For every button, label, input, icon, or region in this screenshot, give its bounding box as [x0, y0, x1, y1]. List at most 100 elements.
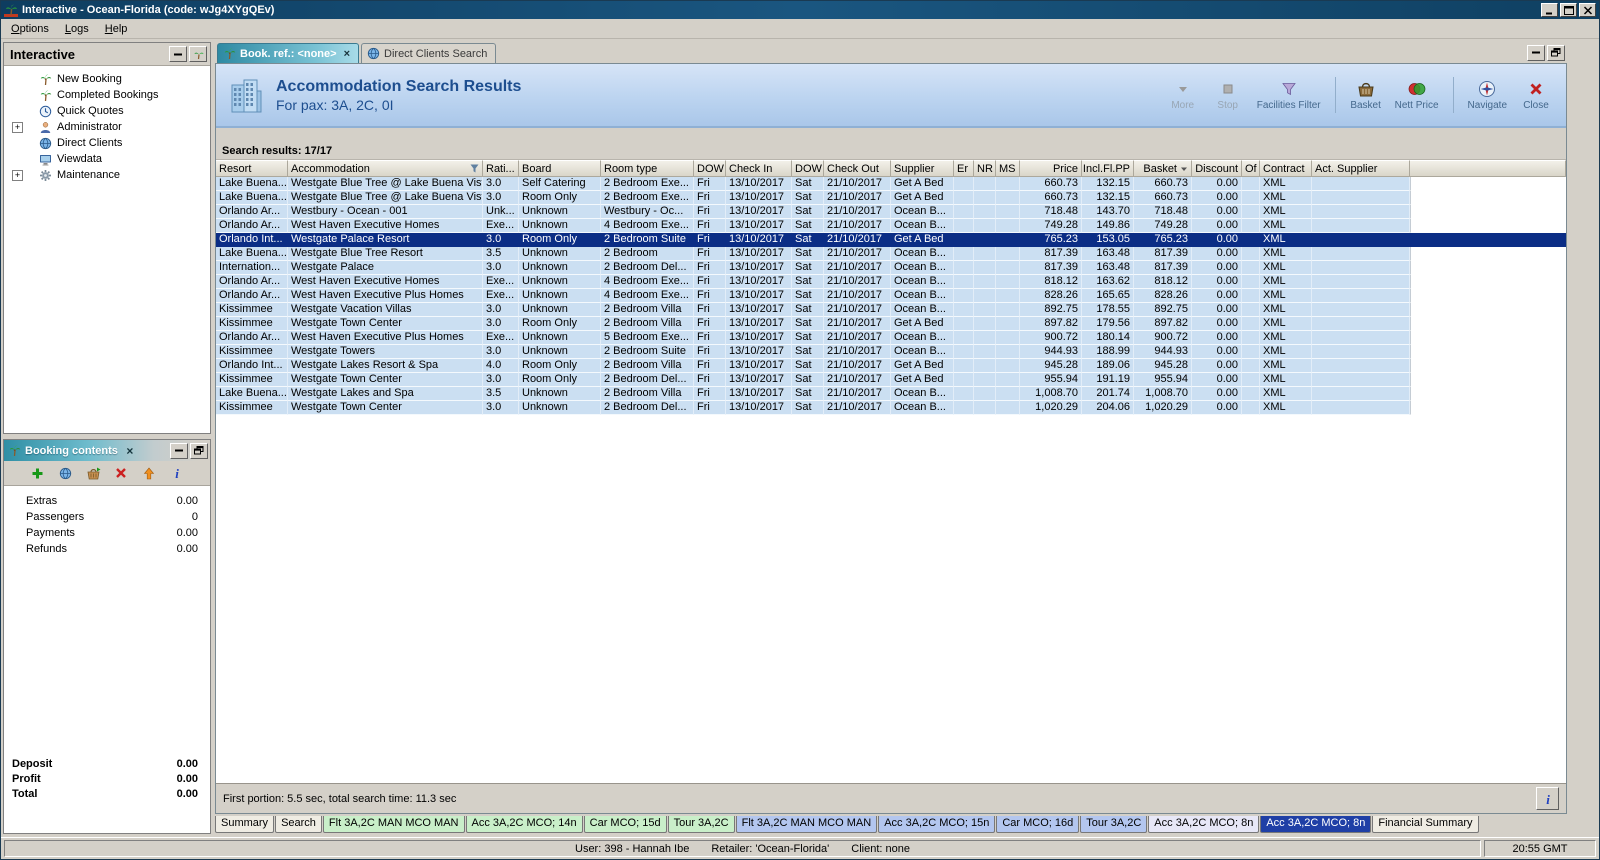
booking-close-icon[interactable]: ×	[123, 444, 137, 458]
booking-minimize-button[interactable]	[170, 442, 188, 459]
table-row[interactable]: Orlando Ar... West Haven Executive Plus H…	[216, 331, 1566, 345]
nett-price-button[interactable]: Nett Price	[1391, 77, 1443, 113]
sidebar-item-new-booking[interactable]: New Booking	[4, 71, 210, 87]
info-button[interactable]: i	[167, 463, 187, 483]
bottom-tab-financial-summary[interactable]: Financial Summary	[1372, 816, 1479, 833]
table-row[interactable]: Lake Buena... Westgate Blue Tree Resort 3.…	[216, 247, 1566, 261]
sidebar-item-completed-bookings[interactable]: Completed Bookings	[4, 87, 210, 103]
bottom-tab-car-mco-15d[interactable]: Car MCO; 15d	[583, 816, 667, 833]
bottom-tab-tour-3a-2c[interactable]: Tour 3A,2C	[667, 816, 735, 833]
title-bar[interactable]: Interactive - Ocean-Florida (code: wJg4X…	[1, 1, 1599, 19]
column-header-accommodation[interactable]: Accommodation	[288, 160, 483, 177]
bottom-tab-tour-3a-2c[interactable]: Tour 3A,2C	[1080, 816, 1148, 833]
facilities-filter-button[interactable]: Facilities Filter	[1253, 77, 1325, 113]
table-row[interactable]: Kissimmee Westgate Town Center 3.0 Room Onl…	[216, 373, 1566, 387]
window-close-button[interactable]	[1579, 3, 1596, 17]
bottom-tab-car-mco-16d[interactable]: Car MCO; 16d	[996, 816, 1080, 833]
column-header-nr[interactable]: NR	[974, 160, 996, 177]
upload-button[interactable]	[139, 463, 159, 483]
table-row[interactable]: Kissimmee Westgate Town Center 3.0 Room Onl…	[216, 317, 1566, 331]
window-maximize-button[interactable]	[1560, 3, 1577, 17]
column-header-price[interactable]: Price	[1020, 160, 1082, 177]
bottom-tab-acc-3a-2c-mco-8n[interactable]: Acc 3A,2C MCO; 8n	[1148, 816, 1260, 833]
column-header-check-in[interactable]: Check In	[726, 160, 792, 177]
column-header-basket[interactable]: Basket	[1134, 160, 1192, 177]
column-header-board[interactable]: Board	[519, 160, 601, 177]
delete-button[interactable]	[111, 463, 131, 483]
menu-item-options[interactable]: Options	[3, 20, 57, 38]
column-header-rati[interactable]: Rati...	[483, 160, 519, 177]
sidebar-item-direct-clients[interactable]: Direct Clients	[4, 135, 210, 151]
sidebar-item-administrator[interactable]: + Administrator	[4, 119, 210, 135]
expand-icon[interactable]: +	[12, 169, 23, 181]
bottom-tab-search[interactable]: Search	[275, 816, 322, 833]
table-row[interactable]: Orlando Int... Westgate Palace Resort 3.0 R…	[216, 233, 1566, 247]
booking-row-refunds: Refunds 0.00	[4, 541, 210, 557]
sidebar-item-quick-quotes[interactable]: Quick Quotes	[4, 103, 210, 119]
close-button[interactable]: Close	[1516, 77, 1556, 113]
cell-supplier: Ocean B...	[891, 275, 954, 289]
cell-board: Unknown	[519, 303, 601, 317]
column-header-supplier[interactable]: Supplier	[891, 160, 954, 177]
table-row[interactable]: Kissimmee Westgate Towers 3.0 Unknown 2 Bedr…	[216, 345, 1566, 359]
sidebar-item-viewdata[interactable]: Viewdata	[4, 151, 210, 167]
bottom-tab-acc-3a-2c-mco-8n[interactable]: Acc 3A,2C MCO; 8n	[1260, 816, 1372, 833]
child-restore-button[interactable]	[1547, 44, 1565, 61]
table-row[interactable]: Lake Buena... Westgate Blue Tree @ Lake B…	[216, 177, 1566, 191]
column-header-check-out[interactable]: Check Out	[824, 160, 891, 177]
column-header-room-type[interactable]: Room type	[601, 160, 694, 177]
tab-book-ref-none[interactable]: Book. ref.: <none> ×	[217, 43, 360, 63]
table-row[interactable]: Orlando Ar... West Haven Executive Plus H…	[216, 289, 1566, 303]
table-row[interactable]: Lake Buena... Westgate Blue Tree @ Lake B…	[216, 191, 1566, 205]
bottom-tab-summary[interactable]: Summary	[215, 816, 275, 833]
cell-er	[954, 289, 974, 303]
table-row[interactable]: Orlando Int... Westgate Lakes Resort & Sp…	[216, 359, 1566, 373]
cell-dow_out: Sat	[792, 261, 824, 275]
bottom-tab-flt-3a-2c-man-mco-man[interactable]: Flt 3A,2C MAN MCO MAN	[735, 816, 878, 833]
cell-supplier: Ocean B...	[891, 247, 954, 261]
booking-row-label: Payments	[26, 527, 75, 539]
booking-restore-button[interactable]	[190, 442, 208, 459]
table-row[interactable]: Kissimmee Westgate Town Center 3.0 Unknown 2…	[216, 401, 1566, 415]
column-header-ms[interactable]: MS	[996, 160, 1020, 177]
column-header-er[interactable]: Er	[954, 160, 974, 177]
bottom-tab-acc-3a-2c-mco-14n[interactable]: Acc 3A,2C MCO; 14n	[465, 816, 583, 833]
column-header-discount[interactable]: Discount	[1192, 160, 1242, 177]
table-row[interactable]: Orlando Ar... West Haven Executive Homes E…	[216, 219, 1566, 233]
column-header-act-supplier[interactable]: Act. Supplier	[1312, 160, 1410, 177]
sidebar-item-maintenance[interactable]: + Maintenance	[4, 167, 210, 183]
add-button[interactable]	[27, 463, 47, 483]
basket-button[interactable]: Basket	[1346, 77, 1386, 113]
column-header-resort[interactable]: Resort	[216, 160, 288, 177]
window-minimize-button[interactable]	[1541, 3, 1558, 17]
expand-icon[interactable]: +	[12, 121, 23, 133]
cell-ms	[996, 247, 1020, 261]
bottom-tab-flt-3a-2c-man-mco-man[interactable]: Flt 3A,2C MAN MCO MAN	[322, 816, 465, 833]
table-row[interactable]: Kissimmee Westgate Vacation Villas 3.0 Unkn…	[216, 303, 1566, 317]
table-row[interactable]: Internation... Westgate Palace 3.0 Unknown 2…	[216, 261, 1566, 275]
sidebar-collapse-button[interactable]	[169, 46, 187, 62]
table-row[interactable]: Lake Buena... Westgate Lakes and Spa 3.5 Un…	[216, 387, 1566, 401]
child-minimize-button[interactable]	[1527, 44, 1545, 61]
globe-button[interactable]	[55, 463, 75, 483]
cell-discount: 0.00	[1192, 177, 1242, 191]
window-title: Interactive - Ocean-Florida (code: wJg4X…	[22, 4, 275, 16]
sidebar-item-label: Direct Clients	[57, 137, 123, 149]
info-button[interactable]: i	[1536, 787, 1559, 810]
table-row[interactable]: Orlando Ar... West Haven Executive Homes E…	[216, 275, 1566, 289]
basket-add-button[interactable]	[83, 463, 103, 483]
sidebar-pin-button[interactable]	[189, 46, 207, 62]
tab-direct-clients-search[interactable]: Direct Clients Search	[361, 43, 497, 63]
navigate-button[interactable]: Navigate	[1464, 77, 1511, 113]
column-header-incl-fl-pp[interactable]: Incl.Fl.PP	[1082, 160, 1134, 177]
table-row[interactable]: Orlando Ar... Westbury - Ocean - 001 Unk..…	[216, 205, 1566, 219]
bottom-tab-acc-3a-2c-mco-15n[interactable]: Acc 3A,2C MCO; 15n	[878, 816, 996, 833]
booking-contents-titlebar[interactable]: Booking contents ×	[4, 440, 210, 461]
tab-close-icon[interactable]: ×	[344, 48, 350, 60]
menu-item-help[interactable]: Help	[97, 20, 136, 38]
column-header-dow[interactable]: DOW	[694, 160, 726, 177]
column-header-of[interactable]: Of	[1242, 160, 1260, 177]
column-header-dow[interactable]: DOW	[792, 160, 824, 177]
column-header-contract[interactable]: Contract	[1260, 160, 1312, 177]
menu-item-logs[interactable]: Logs	[57, 20, 97, 38]
